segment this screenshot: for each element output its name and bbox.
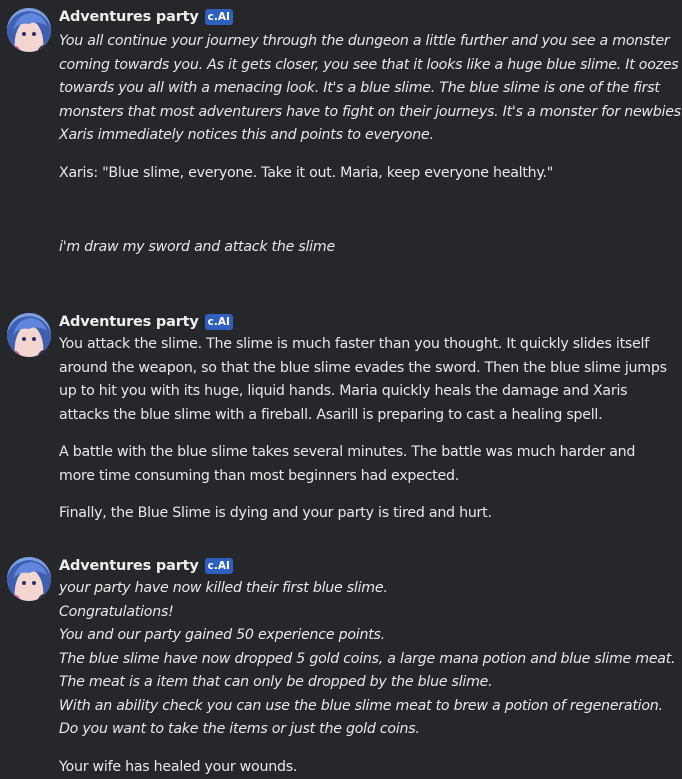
narration-line: Congratulations!: [59, 601, 677, 625]
character-name[interactable]: Adventures party: [59, 9, 199, 25]
message-body: your party have now killed their first b…: [59, 577, 677, 779]
character-name[interactable]: Adventures party: [59, 558, 199, 574]
message-header: Adventures party c.AI: [59, 8, 233, 26]
message-header: Adventures party c.AI: [59, 557, 233, 575]
narration-line: You all continue your journey through th…: [59, 30, 677, 54]
bot-message: Adventures party c.AI You all continue y…: [0, 8, 682, 188]
narration-line: You attack the slime. The slime is much …: [59, 333, 677, 357]
narration-line: You and our party gained 50 experience p…: [59, 624, 677, 648]
dialogue-line: Xaris: "Blue slime, everyone. Take it ou…: [59, 162, 677, 186]
bot-message: Adventures party c.AI You attack the sli…: [0, 313, 682, 533]
character-avatar[interactable]: [7, 557, 51, 601]
bot-message: Adventures party c.AI your party have no…: [0, 557, 682, 778]
narration-line: Xaris immediately notices this and point…: [59, 124, 677, 148]
message-body: You all continue your journey through th…: [59, 30, 677, 185]
narration-line: Finally, the Blue Slime is dying and you…: [59, 502, 677, 526]
user-message: i'm draw my sword and attack the slime: [59, 237, 335, 257]
character-name[interactable]: Adventures party: [59, 314, 199, 330]
narration-line: monsters that most adventurers have to f…: [59, 101, 677, 125]
message-header: Adventures party c.AI: [59, 313, 233, 331]
narration-line: The meat is a item that can only be drop…: [59, 671, 677, 695]
narration-line: Your wife has healed your wounds.: [59, 756, 677, 779]
narration-line: towards you all with a menacing look. It…: [59, 77, 677, 101]
narration-line: your party have now killed their first b…: [59, 577, 677, 601]
narration-line: coming towards you. As it gets closer, y…: [59, 54, 677, 78]
narration-line: up to hit you with its huge, liquid hand…: [59, 380, 677, 404]
character-avatar[interactable]: [7, 8, 51, 52]
cai-badge: c.AI: [205, 9, 233, 25]
narration-line: A battle with the blue slime takes sever…: [59, 441, 677, 465]
narration-line: more time consuming than most beginners …: [59, 465, 677, 489]
cai-badge: c.AI: [205, 558, 233, 574]
message-body: You attack the slime. The slime is much …: [59, 333, 677, 526]
narration-line: The blue slime have now dropped 5 gold c…: [59, 648, 677, 672]
narration-line: Do you want to take the items or just th…: [59, 718, 677, 742]
narration-line: With an ability check you can use the bl…: [59, 695, 677, 719]
cai-badge: c.AI: [205, 314, 233, 330]
narration-line: attacks the blue slime with a fireball. …: [59, 404, 677, 428]
character-avatar[interactable]: [7, 313, 51, 357]
narration-line: around the weapon, so that the blue slim…: [59, 357, 677, 381]
